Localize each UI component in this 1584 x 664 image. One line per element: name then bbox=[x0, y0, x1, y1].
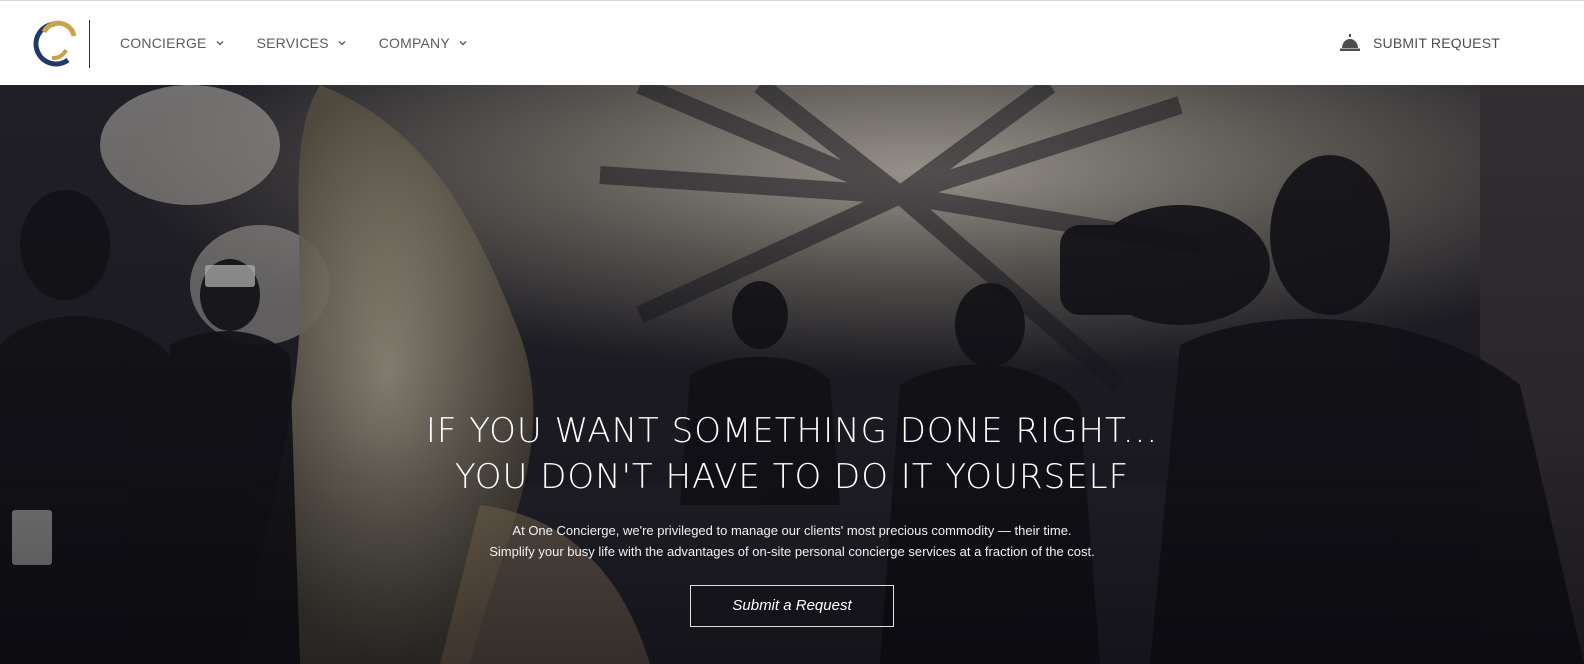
nav-item-company[interactable]: COMPANY bbox=[379, 35, 468, 51]
submit-request-label: SUBMIT REQUEST bbox=[1372, 35, 1500, 51]
main-nav: CONCIERGE SERVICES COMPANY bbox=[120, 1, 500, 85]
hero-content: IF YOU WANT SOMETHING DONE RIGHT... YOU … bbox=[0, 408, 1584, 627]
nav-item-concierge[interactable]: CONCIERGE bbox=[120, 35, 225, 51]
hero-subtext: At One Concierge, we're privileged to ma… bbox=[0, 520, 1584, 562]
hero-subtext-line-2: Simplify your busy life with the advanta… bbox=[489, 544, 1095, 559]
chevron-down-icon bbox=[216, 41, 224, 46]
submit-request-link[interactable]: SUBMIT REQUEST bbox=[1339, 1, 1500, 85]
chevron-down-icon bbox=[459, 41, 467, 46]
one-concierge-logo[interactable] bbox=[30, 20, 80, 68]
nav-item-label: CONCIERGE bbox=[120, 35, 207, 51]
logo-divider bbox=[89, 20, 90, 68]
hero-section: IF YOU WANT SOMETHING DONE RIGHT... YOU … bbox=[0, 85, 1584, 664]
chevron-down-icon bbox=[338, 41, 346, 46]
concierge-bell-icon bbox=[1339, 34, 1360, 51]
hero-headline-line-2: YOU DON'T HAVE TO DO IT YOURSELF bbox=[454, 457, 1130, 497]
nav-item-services[interactable]: SERVICES bbox=[257, 35, 347, 51]
hero-headline: IF YOU WANT SOMETHING DONE RIGHT... YOU … bbox=[0, 408, 1584, 500]
hero-headline-line-1: IF YOU WANT SOMETHING DONE RIGHT... bbox=[425, 411, 1159, 451]
site-header: CONCIERGE SERVICES COMPANY SUBMIT REQUES… bbox=[0, 1, 1584, 85]
nav-item-label: SERVICES bbox=[256, 35, 329, 51]
submit-a-request-button[interactable]: Submit a Request bbox=[690, 585, 894, 627]
nav-item-label: COMPANY bbox=[378, 35, 450, 51]
hero-subtext-line-1: At One Concierge, we're privileged to ma… bbox=[512, 523, 1072, 538]
